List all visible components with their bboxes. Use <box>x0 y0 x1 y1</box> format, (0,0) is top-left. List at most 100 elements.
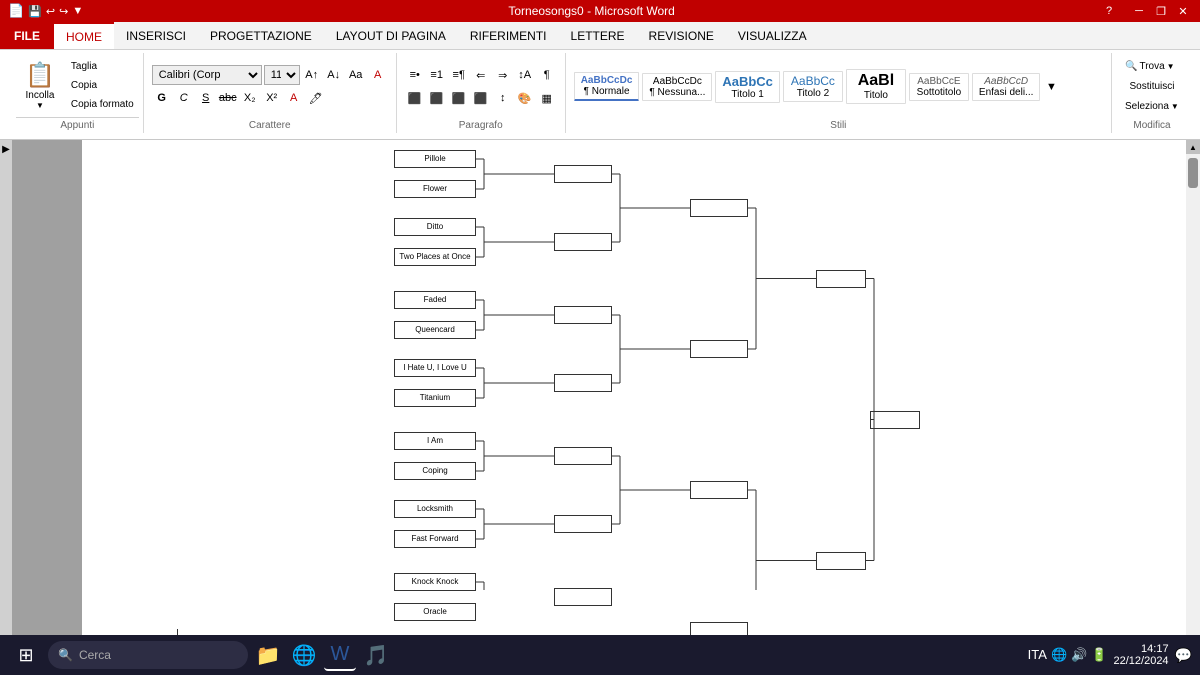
taskbar-spotify[interactable]: 🎵 <box>360 639 392 671</box>
r3-box-0 <box>690 199 748 217</box>
restore-button[interactable]: ❐ <box>1152 3 1170 19</box>
undo-btn[interactable]: ↩ <box>46 5 55 18</box>
sort-button[interactable]: ↕A <box>515 65 535 85</box>
taskbar-word[interactable]: W <box>324 639 356 671</box>
align-center-button[interactable]: ⬛ <box>427 88 447 108</box>
ribbon: 📋 Incolla ▼ Taglia Copia Copia formato A… <box>0 50 1200 140</box>
menu-tab-visualizza[interactable]: VISUALIZZA <box>726 22 819 49</box>
paste-label: Incolla <box>25 90 54 101</box>
minimize-button[interactable]: ─ <box>1130 3 1148 19</box>
multilevel-list-button[interactable]: ≡¶ <box>449 65 469 85</box>
menu-tab-layout[interactable]: LAYOUT DI PAGINA <box>324 22 458 49</box>
taskbar: ⊞ 🔍 Cerca 📁 🌐 W 🎵 ITA 🌐 🔊 🔋 14:17 22/12/… <box>0 635 1200 675</box>
increase-indent-button[interactable]: ⇒ <box>493 65 513 85</box>
clock[interactable]: 14:17 22/12/2024 <box>1114 643 1169 667</box>
r1-entry-7: Titanium <box>394 389 476 407</box>
highlight-button[interactable]: 🖊 <box>306 88 326 108</box>
superscript-button[interactable]: X² <box>262 88 282 108</box>
r1-entry-10: Locksmith <box>394 500 476 518</box>
find-dropdown[interactable]: ▼ <box>1167 62 1175 71</box>
paste-icon: 📋 <box>25 61 55 90</box>
redo-btn[interactable]: ↪ <box>59 5 68 18</box>
r1-entry-9: Coping <box>394 462 476 480</box>
find-label: Trova <box>1139 61 1164 72</box>
notification-icon[interactable]: 💬 <box>1175 647 1192 664</box>
select-button[interactable]: Seleziona ▼ <box>1120 98 1184 115</box>
paste-button[interactable]: 📋 Incolla ▼ <box>16 55 64 115</box>
app-icon: 📄 <box>8 3 24 19</box>
bullet-list-button[interactable]: ≡• <box>405 65 425 85</box>
cut-button[interactable]: Taglia <box>66 58 139 75</box>
close-button[interactable]: ✕ <box>1174 3 1192 19</box>
line-spacing-button[interactable]: ↕ <box>493 88 513 108</box>
find-button[interactable]: 🔍 Trova ▼ <box>1120 58 1184 75</box>
menu-tab-progettazione[interactable]: PROGETTAZIONE <box>198 22 324 49</box>
justify-button[interactable]: ⬛ <box>471 88 491 108</box>
subscript-button[interactable]: X₂ <box>240 88 260 108</box>
network-icon[interactable]: 🌐 <box>1051 647 1067 663</box>
font-name-select[interactable]: Calibri (Corp <box>152 65 262 85</box>
style-no-spacing[interactable]: AaBbCcDc ¶ Nessuna... <box>642 73 712 101</box>
final-box <box>870 411 920 429</box>
numbered-list-button[interactable]: ≡1 <box>427 65 447 85</box>
font-size-select[interactable]: 11 <box>264 65 300 85</box>
replace-button[interactable]: Sostituisci <box>1120 78 1184 95</box>
change-case-button[interactable]: Aa <box>346 65 366 85</box>
menu-tab-riferimenti[interactable]: RIFERIMENTI <box>458 22 559 49</box>
scroll-thumb[interactable] <box>1188 158 1198 188</box>
quick-access-more[interactable]: ▼ <box>72 5 83 17</box>
r2-box-2 <box>554 306 612 324</box>
modifica-label: Modifica <box>1120 118 1184 131</box>
menu-tab-revisione[interactable]: REVISIONE <box>637 22 726 49</box>
format-painter-button[interactable]: Copia formato <box>66 96 139 113</box>
document-content[interactable]: PilloleFlowerDittoTwo Places at OnceFade… <box>82 140 1186 653</box>
font-color-button[interactable]: A <box>284 88 304 108</box>
r1-entry-12: Knock Knock <box>394 573 476 591</box>
paste-dropdown[interactable]: ▼ <box>36 101 44 110</box>
bold-button[interactable]: G <box>152 88 172 108</box>
speaker-icon[interactable]: 🔊 <box>1071 647 1087 663</box>
style-heading2[interactable]: AaBbCc Titolo 2 <box>783 71 843 102</box>
align-right-button[interactable]: ⬛ <box>449 88 469 108</box>
style-subtitle[interactable]: AaBbCcE Sottotitolo <box>909 73 969 101</box>
taskbar-right: ITA 🌐 🔊 🔋 14:17 22/12/2024 💬 <box>1028 643 1192 667</box>
quick-save[interactable]: 💾 <box>28 5 42 18</box>
decrease-indent-button[interactable]: ⇐ <box>471 65 491 85</box>
menu-tab-home[interactable]: HOME <box>54 22 114 49</box>
modifica-group: 🔍 Trova ▼ Sostituisci Seleziona ▼ Modifi… <box>1112 53 1192 133</box>
show-marks-button[interactable]: ¶ <box>537 65 557 85</box>
style-title[interactable]: AaBl Titolo <box>846 69 906 104</box>
shading-button[interactable]: 🎨 <box>515 88 535 108</box>
battery-icon[interactable]: 🔋 <box>1091 647 1107 663</box>
taskbar-file-explorer[interactable]: 📁 <box>252 639 284 671</box>
menu-tab-lettere[interactable]: LETTERE <box>559 22 637 49</box>
font-shrink-button[interactable]: A↓ <box>324 65 344 85</box>
left-collapse[interactable]: ▶ <box>2 144 10 155</box>
menu-tab-inserisci[interactable]: INSERISCI <box>114 22 198 49</box>
paragraph-label: Paragrafo <box>405 118 557 131</box>
menu-tab-file[interactable]: FILE <box>0 22 54 49</box>
help-button[interactable]: ? <box>1100 3 1118 19</box>
style-normal[interactable]: AaBbCcDc ¶ Normale <box>574 72 640 101</box>
start-button[interactable]: ⊞ <box>8 637 44 673</box>
document-scrollbar[interactable]: ▲ ▼ <box>1186 140 1200 653</box>
align-left-button[interactable]: ⬛ <box>405 88 425 108</box>
language-indicator[interactable]: ITA <box>1028 647 1047 663</box>
r3-box-2 <box>690 481 748 499</box>
border-button[interactable]: ▦ <box>537 88 557 108</box>
date-display: 22/12/2024 <box>1114 655 1169 667</box>
italic-button[interactable]: C <box>174 88 194 108</box>
strikethrough-button[interactable]: abc <box>218 88 238 108</box>
scroll-up-button[interactable]: ▲ <box>1186 140 1200 154</box>
styles-more-button[interactable]: ▼ <box>1043 77 1059 97</box>
taskbar-search[interactable]: 🔍 Cerca <box>48 641 248 669</box>
taskbar-chrome[interactable]: 🌐 <box>288 639 320 671</box>
underline-button[interactable]: S <box>196 88 216 108</box>
clear-format-button[interactable]: A <box>368 65 388 85</box>
copy-button[interactable]: Copia <box>66 77 139 94</box>
style-heading1[interactable]: AaBbCc Titolo 1 <box>715 71 780 103</box>
font-grow-button[interactable]: A↑ <box>302 65 322 85</box>
style-emphasis[interactable]: AaBbCcD Enfasi deli... <box>972 73 1040 101</box>
r1-entry-2: Ditto <box>394 218 476 236</box>
select-dropdown[interactable]: ▼ <box>1171 102 1179 111</box>
